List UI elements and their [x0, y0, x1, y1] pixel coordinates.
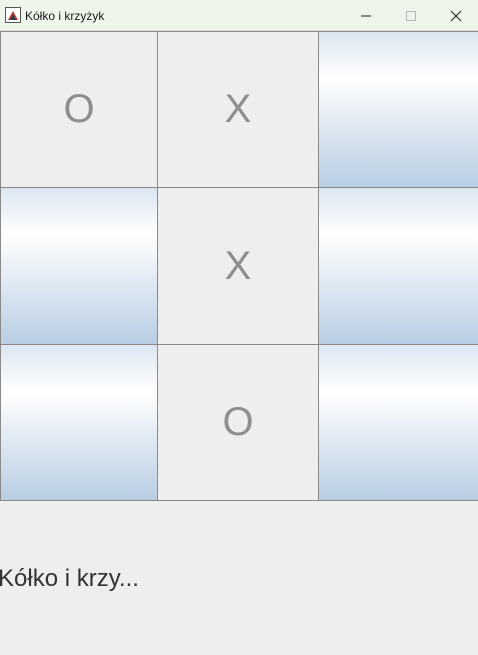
app-window: Kółko i krzyżyk O X X O Kółko i krzy...	[0, 0, 478, 655]
close-button[interactable]	[434, 0, 478, 31]
board-cell-8[interactable]: O	[157, 344, 319, 501]
window-title: Kółko i krzyżyk	[25, 9, 105, 23]
close-icon	[450, 10, 462, 21]
minimize-button[interactable]	[344, 0, 388, 31]
maximize-button[interactable]	[389, 0, 433, 31]
minimize-icon	[361, 15, 371, 16]
board-cell-2[interactable]: X	[157, 31, 319, 188]
board-cell-4[interactable]	[0, 187, 158, 345]
board-cell-5[interactable]: X	[157, 187, 319, 345]
java-app-icon	[5, 7, 21, 23]
status-label: Kółko i krzy...	[0, 565, 139, 592]
board-cell-9[interactable]	[318, 344, 478, 501]
board-cell-6[interactable]	[318, 187, 478, 345]
board-cell-3[interactable]	[318, 31, 478, 188]
game-board: O X X O	[0, 31, 478, 501]
maximize-icon	[406, 10, 416, 21]
board-cell-1[interactable]: O	[0, 31, 158, 188]
title-bar[interactable]: Kółko i krzyżyk	[0, 0, 478, 31]
board-cell-7[interactable]	[0, 344, 158, 501]
